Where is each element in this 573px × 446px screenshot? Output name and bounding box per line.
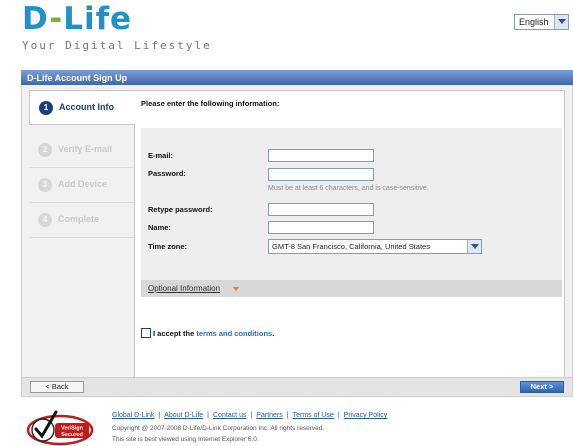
footer-link-partners[interactable]: Partners	[256, 412, 282, 419]
step-verify-email: 2 Verify E-mail	[29, 133, 133, 168]
next-button[interactable]: Next >	[520, 381, 564, 393]
browser-note: This site is best viewed using Internet …	[112, 436, 259, 443]
step-add-device: 3 Add Device	[29, 168, 133, 203]
logo-tagline: Your Digital Lifestyle	[22, 39, 212, 52]
back-button[interactable]: < Back	[30, 381, 84, 393]
step-number-icon: 3	[38, 178, 52, 192]
optional-info-bar[interactable]: Optional Information	[141, 280, 562, 297]
account-form: E-mail: Password: Must be at least 6 cha…	[141, 128, 562, 280]
navigation-bar: < Back Next >	[21, 377, 573, 397]
password-label: Password:	[148, 169, 186, 178]
language-select[interactable]: English	[514, 14, 569, 30]
accept-terms-text: I accept the	[153, 329, 197, 338]
secured-text: Secured	[61, 432, 83, 438]
retype-password-field[interactable]	[268, 203, 374, 216]
verisign-secured-seal-icon[interactable]: VeriSign Secured	[26, 408, 94, 446]
page-title: D-Life Account Sign Up	[21, 70, 573, 85]
step-complete: 4 Complete	[29, 203, 133, 238]
step-label: Add Device	[58, 179, 108, 189]
footer-link-contact[interactable]: Contact us	[213, 412, 246, 419]
footer-link-privacy[interactable]: Privacy Policy	[344, 412, 388, 419]
timezone-value: GMT-8 San Francisco, California, United …	[272, 242, 430, 251]
step-number-icon: 4	[38, 213, 52, 227]
timezone-select[interactable]: GMT-8 San Francisco, California, United …	[268, 239, 482, 254]
password-field[interactable]	[268, 168, 374, 181]
footer-link-global-dlink[interactable]: Global D-Link	[112, 412, 154, 419]
accept-terms-checkbox[interactable]	[141, 328, 151, 338]
step-label: Complete	[58, 214, 100, 224]
caret-down-icon	[233, 287, 239, 294]
timezone-label: Time zone:	[148, 242, 188, 251]
email-label: E-mail:	[148, 151, 174, 160]
step-number-icon: 1	[39, 101, 53, 115]
footer-links: Global D-Link | About D-Life | Contact us | Pa…	[112, 412, 388, 419]
step-label: Account Info	[59, 102, 114, 112]
email-field[interactable]	[268, 149, 374, 162]
footer-link-about[interactable]: About D-Life	[164, 412, 203, 419]
step-label: Verify E-mail	[58, 144, 113, 154]
verisign-text: VeriSign	[61, 426, 84, 432]
logo-wordmark: D-Life	[22, 1, 133, 37]
name-field[interactable]	[268, 221, 374, 234]
form-content: Please enter the following information: …	[134, 90, 565, 390]
chevron-down-icon[interactable]	[554, 15, 568, 29]
step-account-info[interactable]: 1 Account Info	[29, 90, 135, 125]
name-label: Name:	[148, 223, 171, 232]
optional-info-link[interactable]: Optional Information	[148, 284, 220, 293]
language-value: English	[519, 17, 549, 27]
terms-link[interactable]: terms and conditions	[196, 329, 272, 338]
copyright-text: Copyright @ 2007-2008 D-Life/D-Link Corp…	[112, 425, 325, 432]
footer-link-terms[interactable]: Terms of Use	[293, 412, 334, 419]
retype-password-label: Retype password:	[148, 205, 213, 214]
d-life-logo: D-Life Your Digital Lifestyle	[22, 1, 212, 53]
step-number-icon: 2	[38, 143, 52, 157]
signup-panel: 1 Account Info 2 Verify E-mail 3 Add Dev…	[21, 85, 573, 397]
accept-terms-suffix: .	[272, 329, 275, 338]
password-hint: Must be at least 6 characters, and is ca…	[268, 185, 429, 192]
chevron-down-icon[interactable]	[467, 240, 481, 253]
form-prompt: Please enter the following information:	[141, 99, 280, 108]
